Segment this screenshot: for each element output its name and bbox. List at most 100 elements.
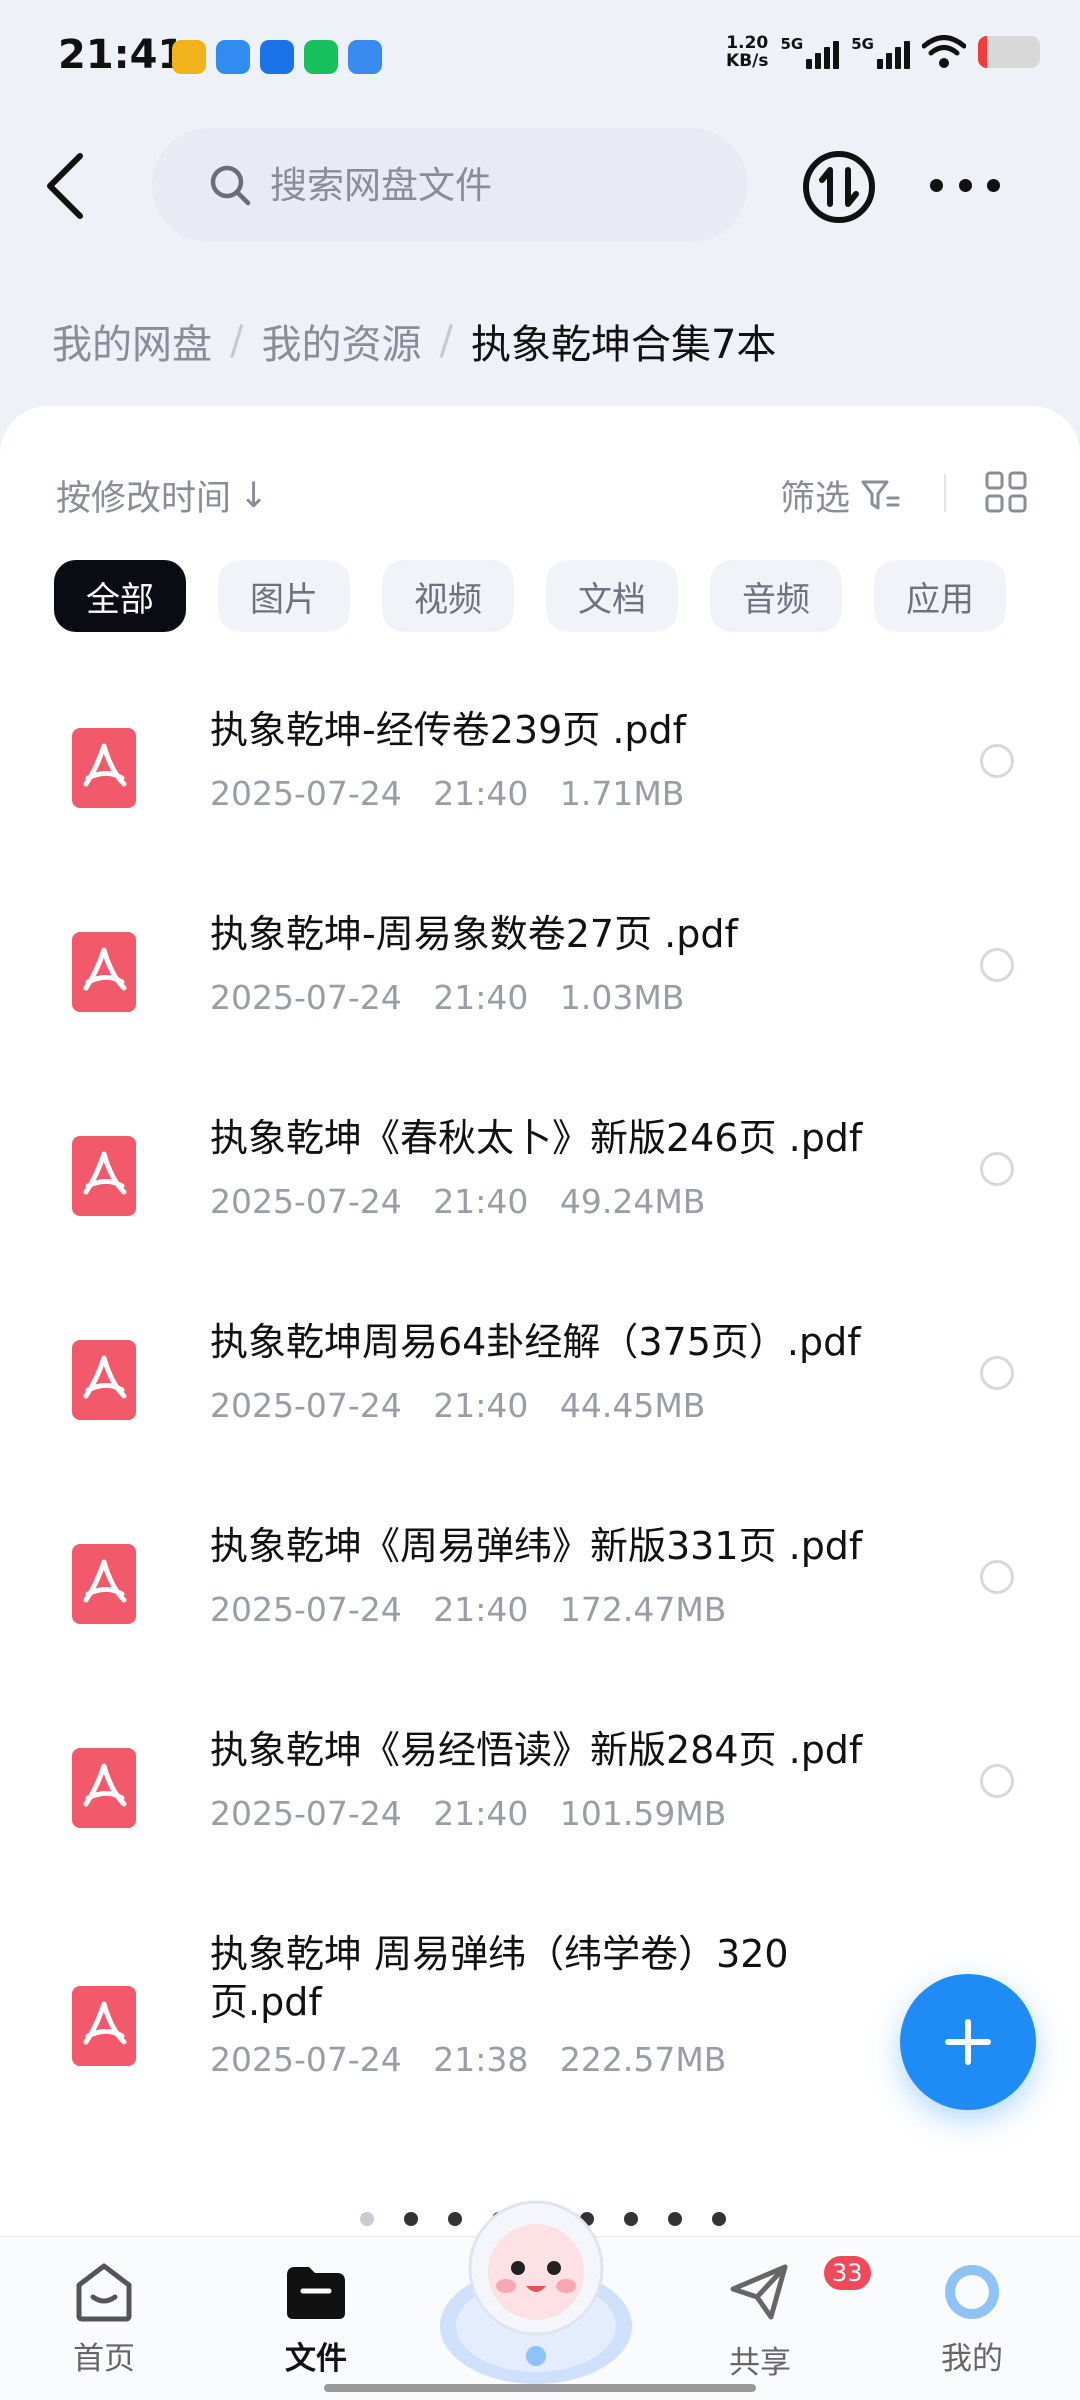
file-size: 101.59MB bbox=[559, 1794, 727, 1833]
file-size: 172.47MB bbox=[559, 1590, 727, 1629]
file-time: 21:40 bbox=[433, 1794, 529, 1833]
file-row[interactable]: 执象乾坤《易经悟读》新版284页 .pdf 2025-07-24 21:40 1… bbox=[0, 1686, 1080, 1890]
file-size: 44.45MB bbox=[559, 1386, 706, 1425]
add-button[interactable] bbox=[900, 1974, 1036, 2110]
file-row[interactable]: 执象乾坤《春秋太卜》新版246页 .pdf 2025-07-24 21:40 4… bbox=[0, 1074, 1080, 1278]
file-list: 执象乾坤-经传卷239页 .pdf 2025-07-24 21:40 1.71M… bbox=[0, 666, 1080, 2140]
folder-icon bbox=[287, 2267, 345, 2319]
file-name: 执象乾坤《易经悟读》新版284页 .pdf bbox=[210, 1728, 863, 1772]
nav-mine[interactable]: 我的 bbox=[892, 2261, 1052, 2378]
app-notification-icon bbox=[172, 40, 206, 74]
nav-label: 首页 bbox=[73, 2341, 135, 2377]
pdf-file-icon bbox=[72, 1136, 136, 1216]
select-checkbox[interactable] bbox=[980, 1764, 1014, 1798]
file-name: 执象乾坤周易64卦经解（375页）.pdf bbox=[210, 1320, 861, 1364]
sort-arrow-icon: ↓ bbox=[239, 475, 269, 516]
nav-label: 我的 bbox=[941, 2341, 1003, 2377]
status-bar: 21:41 1.20 KB/s 5G 5G bbox=[0, 0, 1080, 118]
transfer-list-icon[interactable] bbox=[800, 148, 878, 226]
file-row[interactable]: 执象乾坤-周易象数卷27页 .pdf 2025-07-24 21:40 1.03… bbox=[0, 870, 1080, 1074]
breadcrumb-separator: / bbox=[230, 318, 244, 364]
sort-button[interactable]: 按修改时间 ↓ bbox=[56, 470, 268, 521]
plus-icon bbox=[945, 2019, 991, 2065]
file-time: 21:40 bbox=[433, 1386, 529, 1425]
tab-videos[interactable]: 视频 bbox=[382, 560, 514, 632]
pdf-file-icon bbox=[72, 728, 136, 808]
mascot-assistant-icon[interactable] bbox=[428, 2176, 644, 2392]
file-row[interactable]: 执象乾坤-经传卷239页 .pdf 2025-07-24 21:40 1.71M… bbox=[0, 666, 1080, 870]
signal-icon: 5G bbox=[781, 35, 840, 69]
more-options-icon[interactable] bbox=[930, 160, 1000, 210]
file-date: 2025-07-24 bbox=[210, 1794, 402, 1833]
sort-label: 按修改时间 bbox=[56, 479, 232, 519]
home-indicator bbox=[324, 2384, 756, 2392]
file-name: 执象乾坤《周易弹纬》新版331页 .pdf bbox=[210, 1524, 863, 1568]
notification-icons bbox=[172, 40, 382, 74]
grid-view-icon[interactable] bbox=[984, 470, 1028, 514]
search-input[interactable] bbox=[270, 163, 690, 207]
file-name: 执象乾坤《春秋太卜》新版246页 .pdf bbox=[210, 1116, 863, 1160]
file-time: 21:40 bbox=[433, 774, 529, 813]
file-time: 21:40 bbox=[433, 1182, 529, 1221]
toolbar-divider bbox=[944, 474, 946, 512]
filter-label: 筛选 bbox=[780, 479, 851, 519]
breadcrumb-item[interactable]: 我的网盘 bbox=[52, 312, 212, 370]
file-size: 1.71MB bbox=[559, 774, 685, 813]
back-button[interactable] bbox=[40, 150, 92, 222]
file-meta: 2025-07-24 21:40 172.47MB bbox=[210, 1590, 726, 1629]
nav-files[interactable]: 文件 bbox=[236, 2261, 396, 2378]
file-name: 执象乾坤 周易弹纬（纬学卷）320页.pdf bbox=[210, 1932, 789, 2024]
pdf-file-icon bbox=[72, 1986, 136, 2066]
battery-icon bbox=[978, 36, 1040, 68]
notification-badge: 33 bbox=[821, 2253, 874, 2293]
tab-documents[interactable]: 文档 bbox=[546, 560, 678, 632]
tab-images[interactable]: 图片 bbox=[218, 560, 350, 632]
pdf-file-icon bbox=[72, 1748, 136, 1828]
file-meta: 2025-07-24 21:40 1.71MB bbox=[210, 774, 684, 813]
file-row[interactable]: 执象乾坤《周易弹纬》新版331页 .pdf 2025-07-24 21:40 1… bbox=[0, 1482, 1080, 1686]
file-date: 2025-07-24 bbox=[210, 978, 402, 1017]
file-name: 执象乾坤-经传卷239页 .pdf bbox=[210, 708, 687, 752]
select-checkbox[interactable] bbox=[980, 1560, 1014, 1594]
breadcrumb-current: 执象乾坤合集7本 bbox=[470, 322, 777, 368]
pdf-file-icon bbox=[72, 1544, 136, 1624]
app-notification-icon bbox=[216, 40, 250, 74]
file-name: 执象乾坤-周易象数卷27页 .pdf bbox=[210, 912, 738, 956]
select-checkbox[interactable] bbox=[980, 1356, 1014, 1390]
app-notification-icon bbox=[304, 40, 338, 74]
file-size: 222.57MB bbox=[559, 2040, 727, 2079]
wifi-icon bbox=[922, 35, 966, 68]
breadcrumb-item[interactable]: 我的资源 bbox=[261, 312, 421, 370]
file-meta: 2025-07-24 21:40 1.03MB bbox=[210, 978, 684, 1017]
nav-label: 文件 bbox=[285, 2341, 347, 2377]
file-size: 49.24MB bbox=[559, 1182, 706, 1221]
status-time: 21:41 bbox=[58, 32, 186, 78]
avatar-icon bbox=[945, 2265, 999, 2319]
app-notification-icon bbox=[260, 40, 294, 74]
select-checkbox[interactable] bbox=[980, 1152, 1014, 1186]
file-meta: 2025-07-24 21:38 222.57MB bbox=[210, 2040, 726, 2079]
status-indicators: 1.20 KB/s 5G 5G bbox=[726, 34, 1040, 70]
select-checkbox[interactable] bbox=[980, 744, 1014, 778]
search-icon bbox=[210, 165, 251, 206]
home-icon bbox=[76, 2263, 132, 2322]
breadcrumb: 我的网盘 / 我的资源 / 执象乾坤合集7本 bbox=[52, 312, 776, 370]
file-date: 2025-07-24 bbox=[210, 2040, 402, 2079]
file-time: 21:38 bbox=[433, 2040, 529, 2079]
tab-all[interactable]: 全部 bbox=[54, 560, 186, 632]
tab-apps[interactable]: 应用 bbox=[874, 560, 1006, 632]
filter-icon bbox=[861, 480, 900, 509]
file-meta: 2025-07-24 21:40 49.24MB bbox=[210, 1182, 705, 1221]
nav-share[interactable]: 33 共享 bbox=[680, 2253, 874, 2382]
nav-label: 共享 bbox=[729, 2345, 791, 2381]
tab-audio[interactable]: 音频 bbox=[710, 560, 842, 632]
select-checkbox[interactable] bbox=[980, 948, 1014, 982]
filter-button[interactable]: 筛选 bbox=[780, 470, 900, 521]
file-browser: 按修改时间 ↓ 筛选 全部 图片 视频 文档 音频 应用 执象乾坤-经传卷239… bbox=[0, 406, 1080, 2236]
search-bar[interactable] bbox=[152, 128, 748, 242]
nav-home[interactable]: 首页 bbox=[24, 2261, 184, 2378]
file-row[interactable]: 执象乾坤周易64卦经解（375页）.pdf 2025-07-24 21:40 4… bbox=[0, 1278, 1080, 1482]
file-time: 21:40 bbox=[433, 1590, 529, 1629]
file-size: 1.03MB bbox=[559, 978, 685, 1017]
pdf-file-icon bbox=[72, 1340, 136, 1420]
